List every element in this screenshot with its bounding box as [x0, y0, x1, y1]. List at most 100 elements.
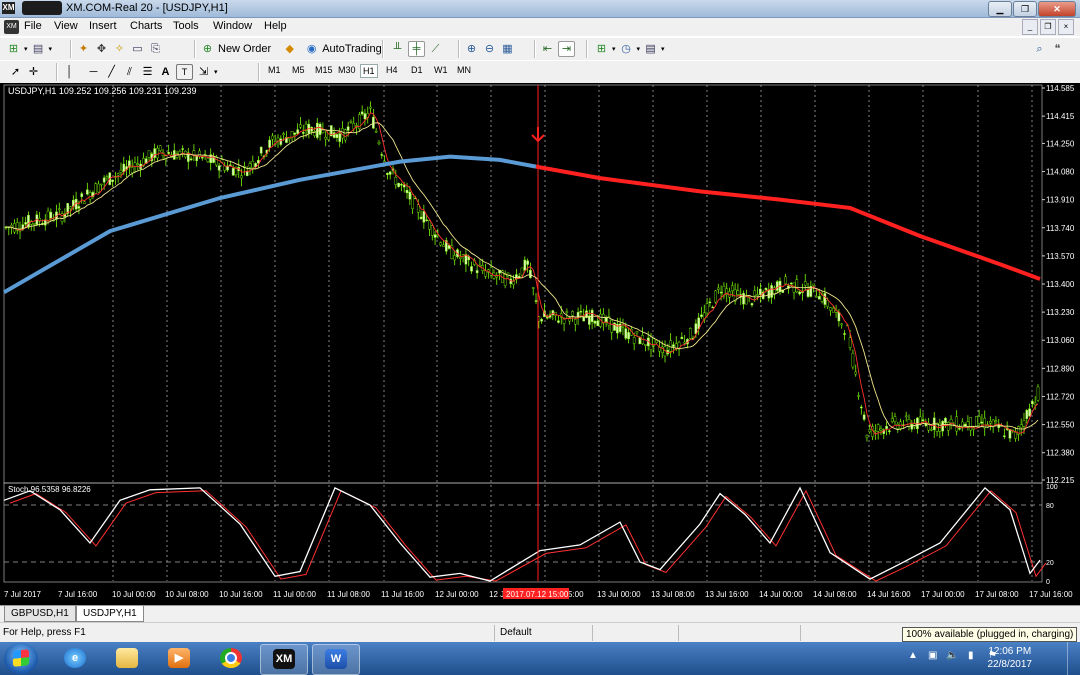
profiles-icon[interactable]: ▤	[31, 42, 46, 56]
candle-body	[268, 139, 271, 148]
time-label-12: 13 Jul 08:00	[651, 590, 695, 599]
navigator-icon[interactable]: ✧	[112, 42, 127, 56]
menu-file[interactable]: File	[24, 20, 42, 32]
candlestick-chart-icon[interactable]: ╪	[408, 41, 425, 57]
zoom-in-icon[interactable]: ⊕	[464, 42, 479, 56]
candle-body	[372, 116, 375, 129]
vertical-line-icon[interactable]: │	[62, 65, 77, 79]
volume-icon[interactable]: 🔈	[946, 650, 958, 661]
show-desktop-button[interactable]	[1067, 642, 1080, 675]
candle-body	[86, 189, 89, 195]
crosshair-icon[interactable]: ✛	[26, 65, 41, 79]
new-order-button[interactable]: New Order	[218, 43, 271, 55]
menu-view[interactable]: View	[54, 20, 78, 32]
candle-body	[419, 216, 423, 219]
new-order-icon[interactable]: ⊕	[200, 42, 215, 56]
candle-body	[756, 294, 759, 296]
stoch-label-1: 80	[1046, 503, 1054, 510]
candle-body	[181, 148, 184, 150]
candle-body	[767, 289, 771, 299]
taskbar-chrome[interactable]	[208, 644, 254, 673]
market-watch-icon[interactable]: ✦	[76, 42, 91, 56]
auto-scroll-icon[interactable]: ⇤	[540, 42, 555, 56]
zoom-out-icon[interactable]: ⊖	[482, 42, 497, 56]
candle-body	[775, 281, 779, 291]
equidistant-channel-icon[interactable]: ⫽	[122, 65, 137, 79]
trendline-icon[interactable]: ╱	[104, 65, 119, 79]
strategy-tester-icon[interactable]: ⎘	[148, 42, 163, 56]
timeframe-m5[interactable]: M5	[290, 64, 307, 76]
taskbar-internet-explorer[interactable]: e	[52, 644, 98, 673]
tab-usdjpy-h1[interactable]: USDJPY,H1	[76, 606, 144, 622]
timeframe-h4[interactable]: H4	[384, 64, 400, 76]
line-chart-icon[interactable]: ⟋	[428, 42, 443, 56]
chart-shift-icon[interactable]: ⇥	[558, 41, 575, 57]
menu-tools[interactable]: Tools	[173, 20, 199, 32]
candle-body	[158, 145, 162, 151]
clock[interactable]: 12:06 PM 22/8/2017	[988, 645, 1033, 671]
candle-body	[248, 163, 252, 168]
candle-body	[798, 291, 801, 295]
menu-charts[interactable]: Charts	[130, 20, 162, 32]
candle-body	[279, 138, 283, 145]
text-tool[interactable]: A	[158, 65, 173, 79]
candle-body	[459, 257, 462, 260]
usb-icon[interactable]: ▣	[928, 650, 937, 661]
mdi-minimize-button[interactable]: _	[1022, 19, 1038, 35]
candle-body	[907, 419, 911, 427]
text-label-tool[interactable]: T	[176, 64, 193, 80]
search-icon[interactable]: ⌕	[1032, 42, 1047, 56]
chart-window[interactable]: 114.585 114.415 114.250 114.080 113.910 113.7…	[0, 83, 1080, 605]
start-button[interactable]	[4, 643, 38, 674]
candle-body	[831, 307, 835, 313]
show-hidden-icons[interactable]: ▲	[908, 650, 918, 661]
new-chart-icon[interactable]: ⊞	[6, 42, 21, 56]
tile-windows-icon[interactable]: ▦	[500, 42, 515, 56]
cursor-icon[interactable]: ➚	[8, 65, 23, 79]
taskbar-file-explorer[interactable]	[104, 644, 150, 673]
fibonacci-icon[interactable]: ☰	[140, 65, 155, 79]
price-chart[interactable]: 114.585 114.415 114.250 114.080 113.910 113.7…	[0, 83, 1080, 605]
minimize-button[interactable]: ▁	[988, 1, 1012, 17]
mdi-app-icon[interactable]: XM	[4, 20, 19, 34]
timeframe-d1[interactable]: D1	[409, 64, 425, 76]
candle-body	[377, 141, 381, 145]
timeframe-mn[interactable]: MN	[455, 64, 473, 76]
close-button[interactable]: ✕	[1038, 1, 1076, 17]
timeframe-m30[interactable]: M30	[336, 64, 358, 76]
menu-window[interactable]: Window	[213, 20, 252, 32]
mdi-restore-button[interactable]: ❐	[1040, 19, 1056, 35]
indicators-icon[interactable]: ⊞	[594, 42, 609, 56]
candle-body	[425, 219, 428, 222]
horizontal-line-icon[interactable]: ─	[86, 65, 101, 79]
taskbar-word[interactable]: W	[312, 644, 360, 675]
auto-trading-button[interactable]: AutoTrading	[322, 43, 382, 55]
auto-trading-icon[interactable]: ◉	[304, 42, 319, 56]
maximize-button[interactable]: ❐	[1013, 1, 1037, 17]
templates-icon[interactable]: ▤	[643, 42, 658, 56]
network-icon[interactable]: ▮	[968, 650, 974, 661]
price-label-7: 113.400	[1046, 280, 1075, 289]
timeframe-m1[interactable]: M1	[266, 64, 283, 76]
menu-insert[interactable]: Insert	[89, 20, 117, 32]
price-label-11: 112.720	[1046, 392, 1075, 401]
terminal-icon[interactable]: ▭	[130, 42, 145, 56]
tab-gbpusd-h1[interactable]: GBPUSD,H1	[4, 606, 76, 622]
chat-icon[interactable]: ❝	[1050, 42, 1065, 56]
timeframe-w1[interactable]: W1	[432, 64, 450, 76]
menu-help[interactable]: Help	[264, 20, 287, 32]
arrows-icon[interactable]: ⇲	[196, 65, 211, 79]
meta-editor-icon[interactable]: ◆	[282, 42, 297, 56]
candle-body	[854, 371, 858, 375]
taskbar-xm-terminal[interactable]: XM	[260, 644, 308, 675]
battery-tooltip: 100% available (plugged in, charging)	[902, 627, 1078, 642]
mdi-close-button[interactable]: ×	[1058, 19, 1074, 35]
timeframe-h1[interactable]: H1	[360, 64, 378, 78]
candle-body	[523, 259, 527, 271]
periods-icon[interactable]: ◷	[619, 42, 634, 56]
taskbar-media-player[interactable]: ▶	[156, 644, 202, 673]
bar-chart-icon[interactable]: ╨	[390, 42, 405, 56]
timeframe-m15[interactable]: M15	[313, 64, 335, 76]
navigator-crosshair-icon[interactable]: ✥	[94, 42, 109, 56]
candle-body	[860, 406, 863, 409]
